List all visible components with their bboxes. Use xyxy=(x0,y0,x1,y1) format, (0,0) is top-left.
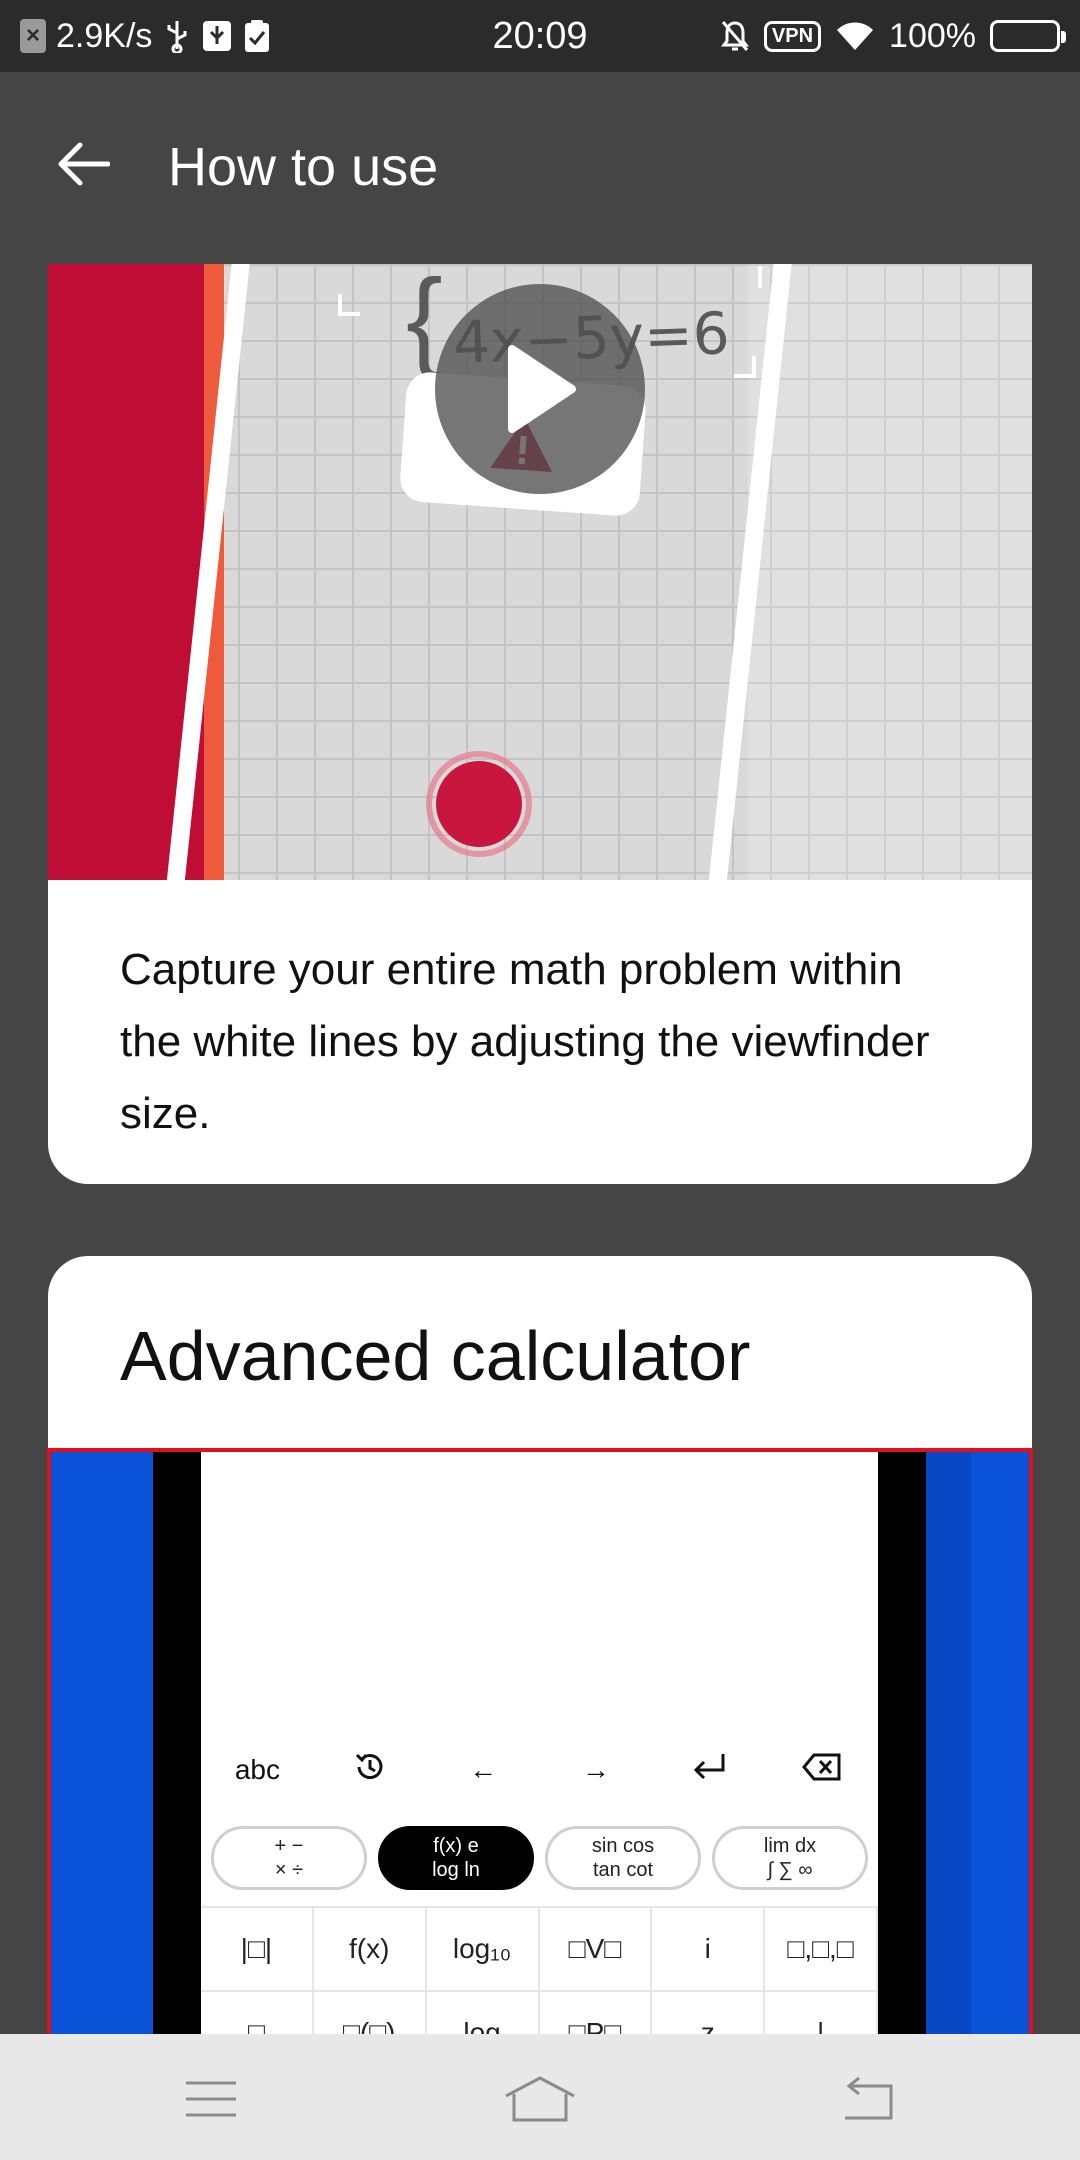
play-icon xyxy=(508,345,576,433)
section-title: Advanced calculator xyxy=(120,1317,751,1395)
vpn-badge: VPN xyxy=(763,20,822,52)
back-nav-icon xyxy=(845,2076,893,2120)
key-log10: log₁₀ xyxy=(426,1908,540,1992)
category-functions: f(x) e log ln xyxy=(378,1826,534,1890)
tutorial-description: Capture your entire math problem within … xyxy=(120,945,930,1138)
home-button[interactable] xyxy=(495,2064,585,2134)
back-button[interactable] xyxy=(54,134,114,194)
close-notification-icon: × xyxy=(20,19,46,53)
wifi-icon xyxy=(835,19,875,53)
menu-icon xyxy=(186,2081,236,2117)
clipboard-check-icon xyxy=(242,19,272,53)
cursor-right-key: → xyxy=(581,1754,610,1785)
category-trigonometry: sin cos tan cot xyxy=(545,1826,701,1890)
app-bar: How to use xyxy=(0,72,1080,268)
tutorial-card-calculator: Advanced calculator abc ← → + − × ÷ f(x)… xyxy=(48,1256,1032,2160)
calculator-categories: + − × ÷ f(x) e log ln sin cos tan cot lim d… xyxy=(211,1826,868,1890)
home-icon xyxy=(505,2076,575,2122)
usb-debug-icon xyxy=(202,19,232,53)
page-title: How to use xyxy=(168,137,439,197)
cursor-left-key: ← xyxy=(469,1754,498,1785)
category-arithmetic: + − × ÷ xyxy=(211,1826,367,1890)
battery-percent: 100% xyxy=(889,16,976,55)
system-nav-bar xyxy=(0,2034,1080,2160)
status-bar: × 2.9K/s 20:09 VPN 100% xyxy=(0,0,1080,72)
tutorial-video[interactable]: { 4x−5y=6 xyxy=(48,264,1032,880)
usb-icon xyxy=(162,19,192,53)
back-nav-button[interactable] xyxy=(824,2064,914,2134)
menu-button[interactable] xyxy=(166,2064,256,2134)
shutter-button-illustration xyxy=(426,751,532,857)
key-sequence: □,□,□ xyxy=(765,1908,878,1992)
key-abs: |□| xyxy=(201,1908,314,1992)
bell-off-icon xyxy=(720,19,750,53)
key-imaginary: i xyxy=(652,1908,766,1992)
enter-icon xyxy=(664,1752,754,1789)
network-speed: 2.9K/s xyxy=(56,16,153,55)
arrow-left-icon xyxy=(58,142,110,186)
play-button[interactable] xyxy=(435,284,645,494)
history-icon xyxy=(325,1750,415,1791)
calculator-toolbar: abc ← → xyxy=(201,1738,878,1802)
tutorial-card-capture: { 4x−5y=6 Capture your entire math probl… xyxy=(48,264,1032,1184)
key-root: □V□ xyxy=(539,1908,653,1992)
battery-icon xyxy=(990,20,1066,52)
abc-key: abc xyxy=(234,1754,280,1785)
backspace-icon xyxy=(777,1752,867,1789)
key-function: f(x) xyxy=(313,1908,427,1992)
category-calculus: lim dx ∫ ∑ ∞ xyxy=(712,1826,868,1890)
